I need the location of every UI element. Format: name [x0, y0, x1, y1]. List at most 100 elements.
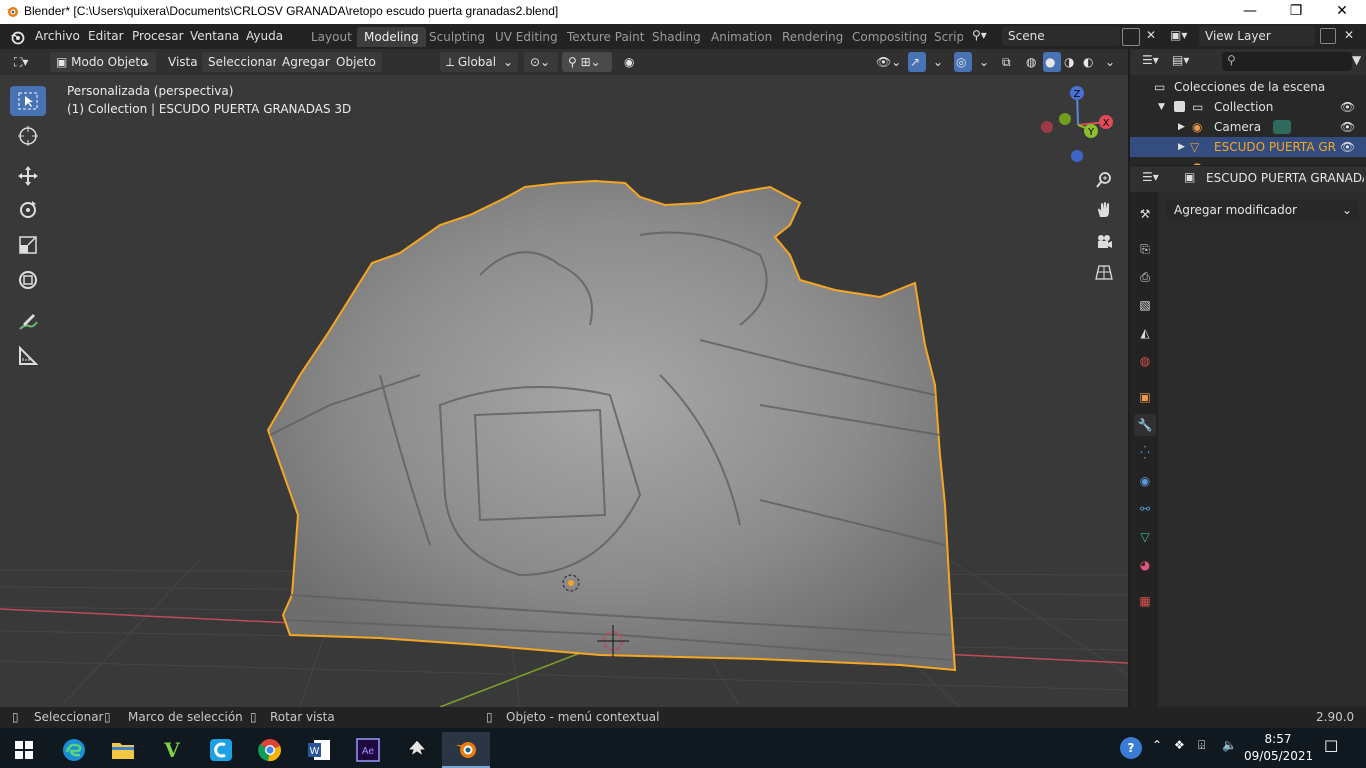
expand-arrow-icon[interactable]: ▶ [1178, 137, 1185, 157]
tab-compositing[interactable]: Compositing [845, 27, 934, 47]
menu-objeto[interactable]: Objeto [330, 52, 382, 72]
transform-orientation-dropdown[interactable]: ⟂ Global ⌄ [440, 52, 518, 72]
tab-shading[interactable]: Shading [645, 27, 708, 47]
remove-view-layer-icon[interactable]: ✕ [1344, 28, 1354, 42]
tab-layout[interactable]: Layout [304, 27, 359, 47]
after-effects-app[interactable]: Ae [344, 732, 392, 768]
tab-scripting[interactable]: Script [927, 27, 963, 47]
annotate-tool[interactable] [10, 306, 46, 336]
menu-ayuda[interactable]: Ayuda [246, 29, 283, 43]
output-tab-icon[interactable]: ⎙ [1134, 266, 1156, 288]
proportional-edit-icon[interactable]: ◉ ⌒⌄ [618, 52, 666, 89]
clock-date[interactable]: 09/05/2021 [1244, 749, 1313, 763]
scene-name-field[interactable]: Scene [1002, 26, 1120, 46]
select-box-tool[interactable] [10, 86, 46, 116]
view-layer-selector-icon[interactable]: ▣▾ [1170, 28, 1187, 42]
constraints-tab-icon[interactable]: ⚯ [1134, 498, 1156, 520]
3d-viewport[interactable]: Personalizada (perspectiva) (1) Collecti… [0, 75, 1128, 707]
rotate-tool[interactable] [10, 195, 46, 225]
start-button[interactable] [0, 732, 48, 768]
outliner-item-camera[interactable]: ▶ ◉ Camera 👁 [1130, 117, 1366, 137]
modifiers-tab-icon[interactable]: 🔧 [1134, 414, 1156, 436]
chrome-app[interactable] [246, 732, 294, 768]
notifications-icon[interactable]: ☐ [1324, 737, 1338, 756]
menu-archivo[interactable]: Archivo [35, 29, 80, 43]
view-layer-tab-icon[interactable]: ▧ [1134, 294, 1156, 316]
material-tab-icon[interactable]: ◕ [1134, 554, 1156, 576]
outliner-search-input[interactable]: ⚲ [1222, 52, 1352, 71]
outliner-editor-icon[interactable]: ☰▾ [1142, 53, 1159, 67]
render-tab-icon[interactable]: ⎘ [1134, 238, 1156, 260]
menu-agregar[interactable]: Agregar [276, 52, 336, 72]
menu-editar[interactable]: Editar [88, 29, 124, 43]
move-tool[interactable] [10, 161, 46, 191]
scale-tool[interactable] [10, 230, 46, 260]
properties-editor-icon[interactable]: ☰▾ [1142, 170, 1159, 184]
object-tab-icon[interactable]: ▣ [1134, 386, 1156, 408]
tab-rendering[interactable]: Rendering [775, 27, 850, 47]
material-shading-icon[interactable]: ◑ [1062, 52, 1080, 72]
physics-tab-icon[interactable]: ◉ [1134, 470, 1156, 492]
editor-type-icon[interactable]: ⛶▾ [10, 52, 32, 72]
menu-procesar[interactable]: Procesar [132, 29, 184, 43]
solid-shading-icon[interactable]: ● [1043, 52, 1061, 72]
blender-taskbar-app[interactable] [442, 732, 490, 768]
navigation-gizmo[interactable]: Z X Y [1036, 83, 1120, 167]
blender-menu-icon[interactable] [9, 29, 25, 45]
tab-modeling[interactable]: Modeling [357, 27, 426, 47]
eye-icon[interactable]: 👁 [1340, 117, 1355, 137]
particles-tab-icon[interactable]: ⁛ [1134, 442, 1156, 464]
pivot-point-icon[interactable]: ⊙⌄ [524, 52, 558, 72]
scene-selector-icon[interactable]: ⚲▾ [972, 28, 1000, 46]
new-scene-icon[interactable] [1122, 28, 1140, 46]
close-button[interactable]: ✕ [1319, 0, 1365, 24]
gizmo-dropdown-icon[interactable]: ⌄ [929, 52, 947, 72]
new-view-layer-icon[interactable] [1320, 28, 1336, 44]
tab-texture-paint[interactable]: Texture Paint [560, 27, 651, 47]
shading-dropdown-icon[interactable]: ⌄ [1101, 52, 1119, 72]
pan-view-button[interactable] [1091, 197, 1117, 223]
eye-icon[interactable]: 👁 [1340, 137, 1355, 157]
clock-time[interactable]: 8:57 [1250, 732, 1306, 746]
remove-scene-icon[interactable]: ✕ [1146, 28, 1156, 42]
help-icon[interactable]: ? [1120, 737, 1142, 759]
expand-arrow-icon[interactable]: ▶ [1178, 117, 1185, 137]
file-explorer-app[interactable] [99, 732, 147, 768]
outliner-scene-collection[interactable]: ▭ Colecciones de la escena [1130, 77, 1366, 97]
chevron-up-icon[interactable]: ⌃ [1152, 738, 1162, 752]
rendered-shading-icon[interactable]: ◐ [1081, 52, 1099, 72]
vegas-app[interactable]: V [148, 732, 196, 768]
outliner-item-mesh[interactable]: ▶ ▽ ESCUDO PUERTA GRANA 👁 [1130, 137, 1366, 157]
cursor-tool[interactable] [10, 121, 46, 151]
menu-ventana[interactable]: Ventana [190, 29, 239, 43]
volume-icon[interactable]: 🔈 [1222, 738, 1237, 752]
camera-view-button[interactable] [1091, 229, 1117, 255]
add-modifier-dropdown[interactable]: Agregar modificador ⌄ [1166, 200, 1358, 220]
texture-tab-icon[interactable]: ▦ [1134, 590, 1156, 612]
measure-tool[interactable] [10, 341, 46, 371]
perspective-toggle-button[interactable] [1091, 259, 1117, 285]
transform-tool[interactable] [10, 265, 46, 295]
network-icon[interactable]: ⌹ [1198, 738, 1205, 753]
wireframe-shading-icon[interactable]: ◍ [1024, 52, 1042, 72]
maximize-button[interactable]: ❐ [1273, 0, 1319, 24]
view-layer-field[interactable]: View Layer [1199, 26, 1315, 46]
outliner-display-mode-icon[interactable]: ▤▾ [1172, 53, 1189, 67]
tab-uv-editing[interactable]: UV Editing [488, 27, 565, 47]
scene-tab-icon[interactable]: ◭ [1134, 322, 1156, 344]
snap-toggle-icon[interactable]: ⚲ ⊞⌄ [562, 52, 612, 72]
tab-animation[interactable]: Animation [704, 27, 779, 47]
ccleaner-app[interactable] [197, 732, 245, 768]
overlay-toggle-icon[interactable]: ◎ [954, 52, 972, 72]
gizmo-toggle-icon[interactable]: ↗ [908, 52, 926, 72]
inkscape-app[interactable] [393, 732, 441, 768]
outliner-item-collection[interactable]: ▼ ▭ Collection 👁 [1130, 97, 1366, 117]
tab-sculpting[interactable]: Sculpting [422, 27, 492, 47]
mode-dropdown[interactable]: ▣ Modo Objeto ⌄ [50, 52, 156, 72]
visibility-icon[interactable]: 👁⌄ [872, 52, 905, 72]
world-tab-icon[interactable]: ◍ [1134, 350, 1156, 372]
edge-app[interactable] [50, 732, 98, 768]
xray-toggle-icon[interactable]: ⧉ [998, 52, 1015, 72]
tool-settings-tab-icon[interactable]: ⚒ [1134, 203, 1156, 225]
minimize-button[interactable]: — [1227, 0, 1273, 24]
